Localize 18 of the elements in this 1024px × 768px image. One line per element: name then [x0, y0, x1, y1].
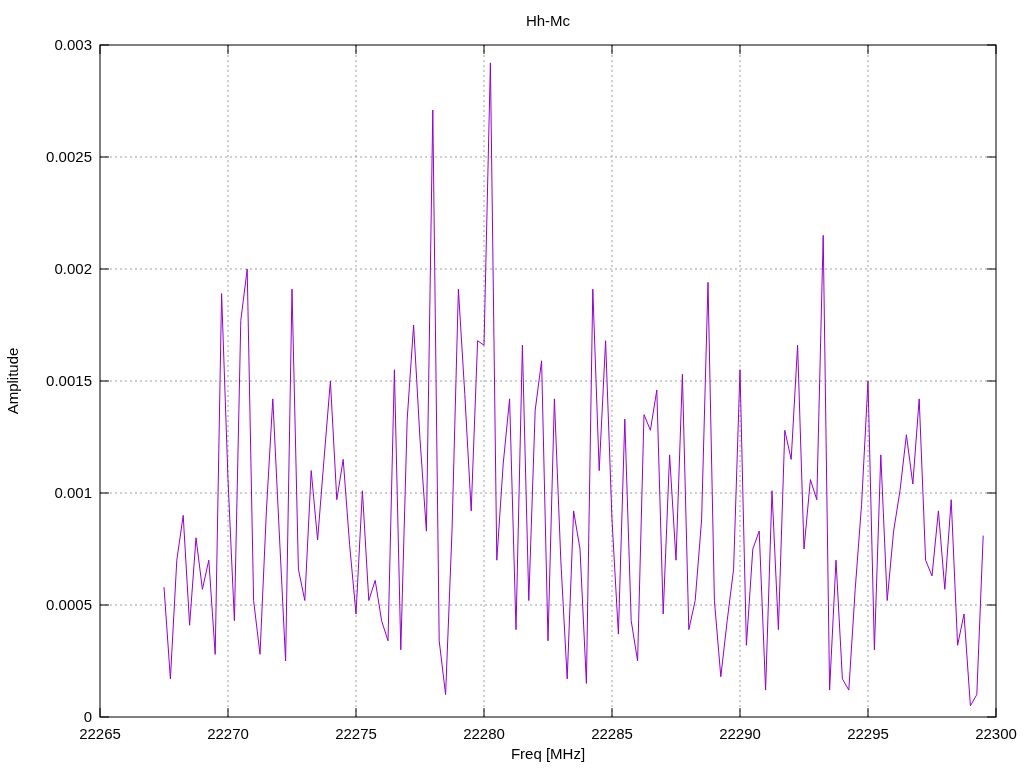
tick-label: 0: [83, 708, 92, 725]
tick-label: 0.0015: [46, 372, 92, 389]
tick-label: 22290: [719, 725, 761, 742]
tick-label: 22280: [463, 725, 505, 742]
tick-label: 0.0005: [46, 596, 92, 613]
axis-label: Amplitude: [4, 347, 21, 415]
tick-label: 22295: [847, 725, 889, 742]
tick-label: 0.001: [54, 484, 92, 501]
tick-label: 0.002: [54, 260, 92, 277]
axis-label: Freq [MHz]: [510, 745, 586, 762]
tick-label: 22265: [79, 725, 121, 742]
tick-label: 22275: [335, 725, 377, 742]
tick-label: 22285: [591, 725, 633, 742]
tick-label: 0.0025: [46, 148, 92, 165]
tick-label: 22270: [207, 725, 249, 742]
tick-label: 22300: [975, 725, 1017, 742]
chart-title: Hh-Mc: [525, 12, 571, 29]
tick-label: 0.003: [54, 36, 92, 53]
